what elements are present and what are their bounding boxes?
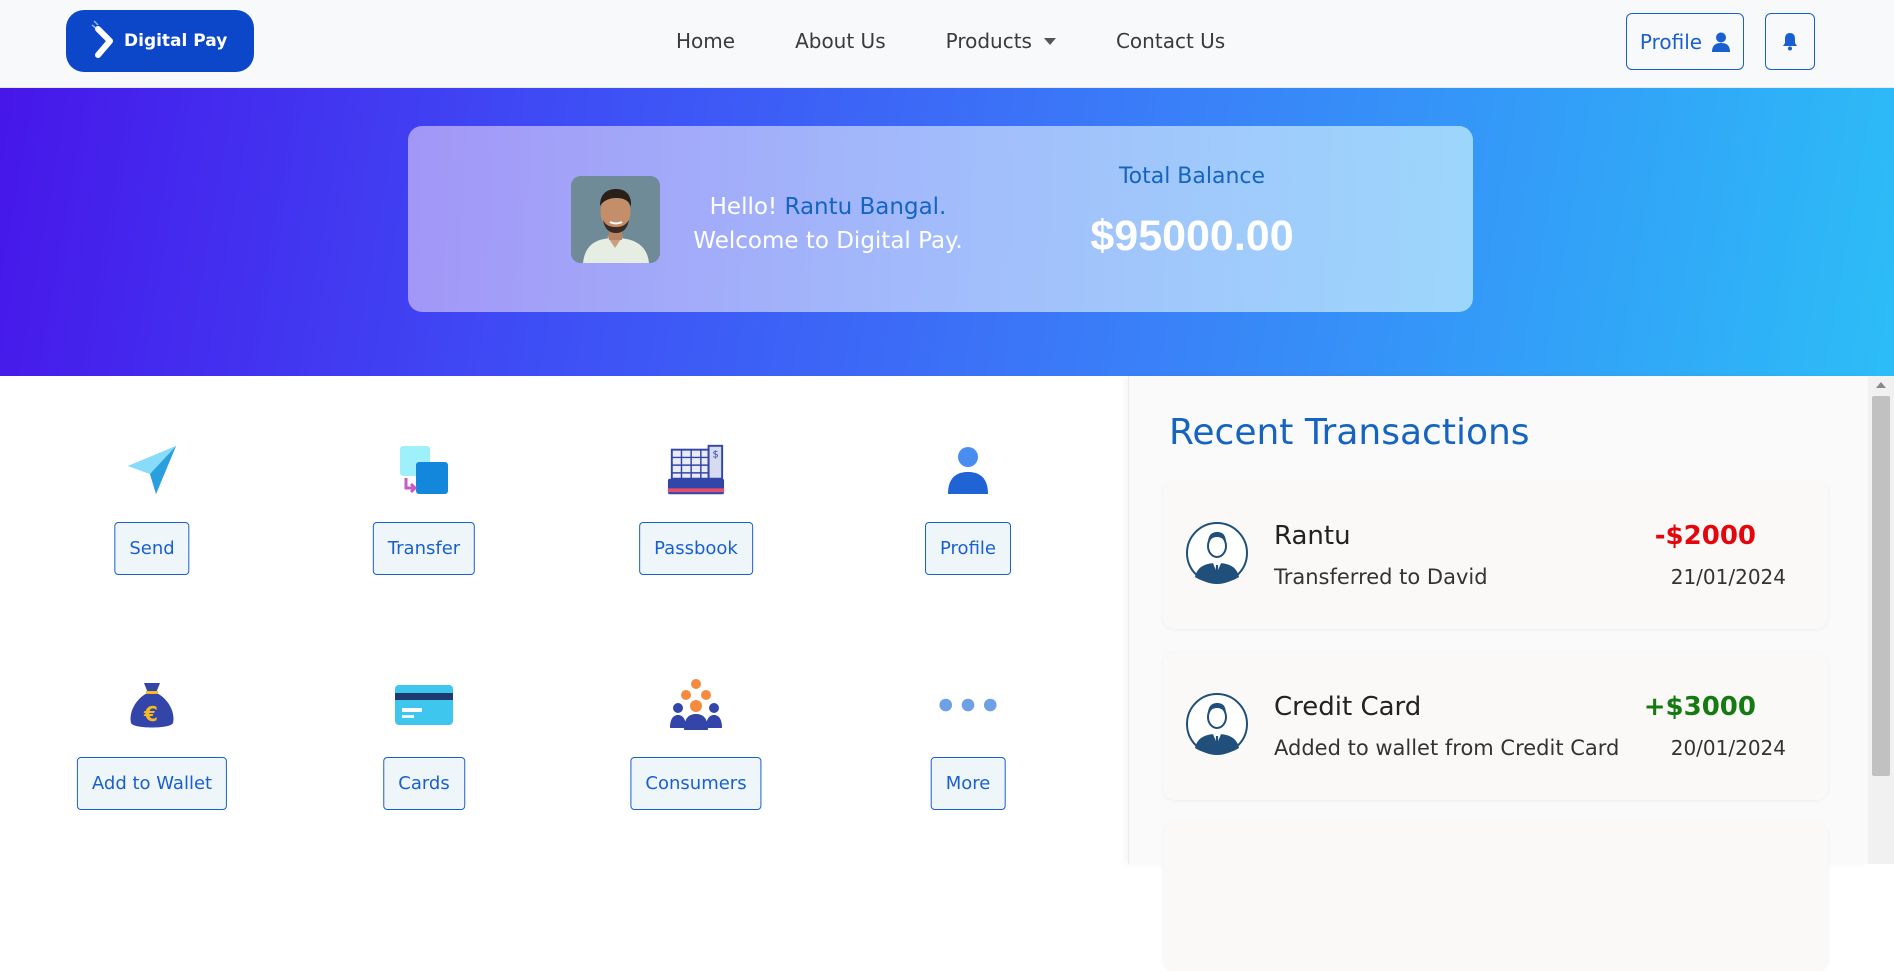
notifications-button[interactable] [1765,13,1815,70]
transaction-item-partial[interactable] [1163,823,1828,971]
arrow-logo-icon [91,20,113,58]
profile-button-label: Profile [1639,29,1703,54]
transaction-date: 21/01/2024 [1670,565,1786,589]
caret-down-icon [1043,37,1056,45]
nav-about-us[interactable]: About Us [795,26,886,56]
profile-service-button[interactable]: Profile [925,522,1011,575]
nav-products-label: Products [945,29,1032,53]
greeting-text: Hello! Rantu Bangal. Welcome to Digital … [678,190,978,258]
svg-text:$: $ [712,449,718,460]
navbar: Digital Pay Home About Us Products Conta… [0,0,1894,88]
nav-home-label: Home [676,29,736,53]
nav-contact-us-label: Contact Us [1115,29,1226,53]
hero-banner: Hello! Rantu Bangal. Welcome to Digital … [0,88,1894,376]
total-balance-label: Total Balance [1118,164,1266,189]
transaction-description: Transferred to David [1274,565,1488,589]
recent-transactions-title: Recent Transactions [1169,412,1530,453]
greeting-prefix: Hello! [709,194,778,220]
add-to-wallet-button[interactable]: Add to Wallet [76,757,228,810]
nav-about-us-label: About Us [795,29,886,53]
nav-products-dropdown[interactable]: Products [946,26,1056,56]
recent-transactions-panel: Recent Transactions Rantu Transferred to… [1128,376,1868,971]
scroll-thumb[interactable] [1872,396,1890,776]
profile-button[interactable]: Profile [1626,13,1744,70]
transaction-date: 20/01/2024 [1670,736,1786,760]
brand-logo[interactable]: Digital Pay [66,10,254,72]
paper-plane-icon [122,440,182,500]
cash-register-icon: $ [666,440,726,500]
more-button[interactable]: More [930,757,1006,810]
transaction-name: Rantu [1274,521,1351,551]
nav-contact-us[interactable]: Contact Us [1116,26,1225,56]
user-name: Rantu Bangal. [784,194,947,220]
transfer-icon [394,440,454,500]
cards-button[interactable]: Cards [383,757,465,810]
user-icon [938,440,998,500]
person-avatar-icon [1186,693,1248,755]
more-dots-icon [938,675,998,735]
svg-text:€: € [143,702,158,726]
credit-card-icon [394,675,454,735]
transaction-amount: -$2000 [1654,521,1756,551]
user-avatar [571,176,660,263]
scrollbar[interactable] [1868,376,1894,864]
welcome-card: Hello! Rantu Bangal. Welcome to Digital … [408,126,1473,312]
transaction-item[interactable]: Rantu Transferred to David -$2000 21/01/… [1163,481,1828,629]
money-bag-icon: € [122,675,182,735]
services-grid: Send Transfer $ Passbook Profile € Add t… [0,376,1128,864]
transaction-amount: +$3000 [1643,692,1756,722]
main-nav: Home About Us Products Contact Us [676,26,1225,56]
consumers-button[interactable]: Consumers [630,757,762,810]
bell-icon [1783,33,1797,51]
person-avatar-icon [1186,522,1248,584]
total-balance-value: $95000.00 [1090,212,1294,260]
welcome-line: Welcome to Digital Pay. [693,228,963,254]
user-icon [1712,32,1731,52]
nav-home[interactable]: Home [676,26,735,56]
scroll-up-arrow-icon[interactable] [1876,382,1886,388]
transfer-button[interactable]: Transfer [372,522,476,575]
transaction-description: Added to wallet from Credit Card [1274,736,1620,760]
passbook-button[interactable]: Passbook [639,522,753,575]
transaction-item[interactable]: Credit Card Added to wallet from Credit … [1163,652,1828,800]
transaction-name: Credit Card [1274,692,1422,722]
send-button[interactable]: Send [114,522,190,575]
brand-name: Digital Pay [124,31,228,51]
group-icon [666,675,726,735]
